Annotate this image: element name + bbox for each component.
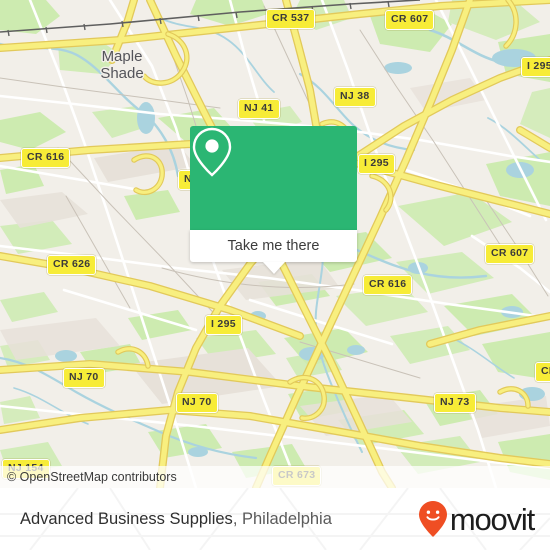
map-pin-icon (192, 127, 232, 177)
take-me-there-label: Take me there (227, 238, 320, 254)
road-shield: NJ 70 (63, 368, 105, 388)
place-label-maple-shade: Maple Shade (100, 48, 144, 82)
road-shield: I 295 (521, 57, 550, 77)
popup-pointer-tail (262, 262, 285, 274)
road-shield: CR 9 (535, 362, 550, 382)
popup-pin-area (190, 126, 357, 230)
footer-place-title: Advanced Business Supplies, Philadelphia (20, 488, 332, 550)
take-me-there-button[interactable]: Take me there (190, 230, 357, 262)
footer-place-name: Advanced Business Supplies (20, 509, 233, 528)
road-shield: CR 537 (266, 9, 316, 29)
location-popup[interactable]: Take me there (190, 126, 357, 274)
road-shield: CR 607 (385, 10, 435, 30)
road-shield: CR 616 (21, 148, 71, 168)
moovit-wordmark: moovit (449, 501, 535, 537)
road-shield: CR 616 (363, 275, 413, 295)
road-shield: NJ 70 (176, 393, 218, 413)
moovit-brand: moovit (418, 488, 535, 550)
footer-place-city: , Philadelphia (232, 509, 332, 528)
road-shield: NJ 73 (434, 393, 476, 413)
map-canvas[interactable]: Maple Shade CR 537 CR 607 I 295 NJ 38 NJ 41 C… (0, 0, 550, 488)
road-shield: I 295 (358, 154, 395, 174)
footer-bar: Advanced Business Supplies, Philadelphia… (0, 488, 550, 550)
road-shield: CR 626 (47, 255, 97, 275)
moovit-pin-smiley-icon (418, 501, 447, 537)
road-shield: NJ 41 (238, 99, 280, 119)
map-attribution-bar: © OpenStreetMap contributors (0, 466, 550, 488)
map-screenshot: Maple Shade CR 537 CR 607 I 295 NJ 38 NJ 41 C… (0, 0, 550, 550)
road-shield: NJ 38 (334, 87, 376, 107)
osm-attribution-text: © OpenStreetMap contributors (7, 470, 177, 484)
road-shield: CR 607 (485, 244, 535, 264)
road-shield: I 295 (205, 315, 242, 335)
